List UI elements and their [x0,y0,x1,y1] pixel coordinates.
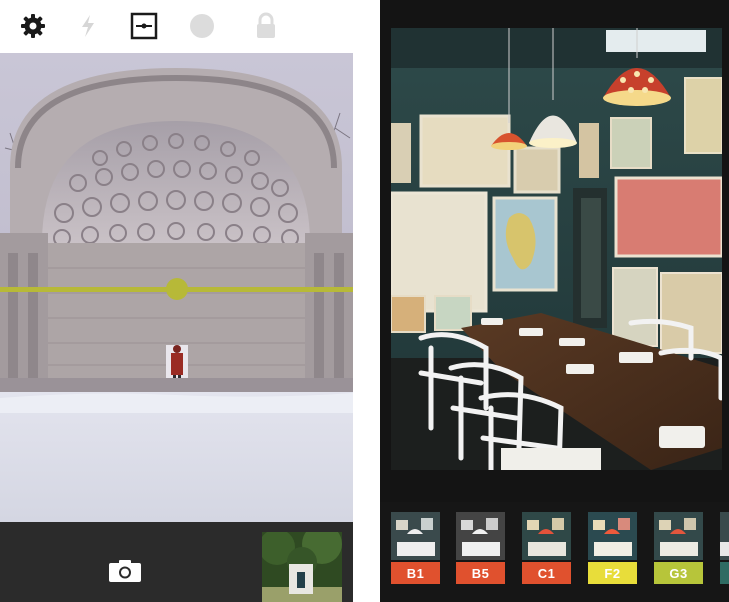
filter-label-partial [720,562,729,584]
filter-g3[interactable]: G3 [654,512,703,584]
circle-icon[interactable] [186,10,218,42]
level-icon[interactable] [128,10,160,42]
gear-icon[interactable] [17,10,49,42]
filter-label: B5 [456,562,505,584]
lock-icon[interactable] [250,10,282,42]
flash-icon[interactable] [72,10,104,42]
camera-toolbar [0,0,353,53]
filter-c1[interactable]: C1 [522,512,571,584]
filter-f2[interactable]: F2 [588,512,637,584]
filter-label: F2 [588,562,637,584]
filter-label: B1 [391,562,440,584]
filter-thumbnail [654,512,703,560]
filter-b1[interactable]: B1 [391,512,440,584]
filter-partial[interactable] [720,512,729,584]
filter-thumbnail [391,512,440,560]
filter-b5[interactable]: B5 [456,512,505,584]
camera-screen [0,0,353,602]
filter-label: G3 [654,562,703,584]
screen-divider [355,0,379,602]
camera-icon[interactable] [108,558,142,584]
edited-photo[interactable] [391,28,722,470]
filter-thumbnail [522,512,571,560]
filter-label: C1 [522,562,571,584]
filter-thumbnail [588,512,637,560]
last-photo-thumbnail[interactable] [262,532,342,602]
filter-thumbnail [456,512,505,560]
filter-thumbnail [720,512,729,560]
horizon-level-handle[interactable] [166,278,188,300]
